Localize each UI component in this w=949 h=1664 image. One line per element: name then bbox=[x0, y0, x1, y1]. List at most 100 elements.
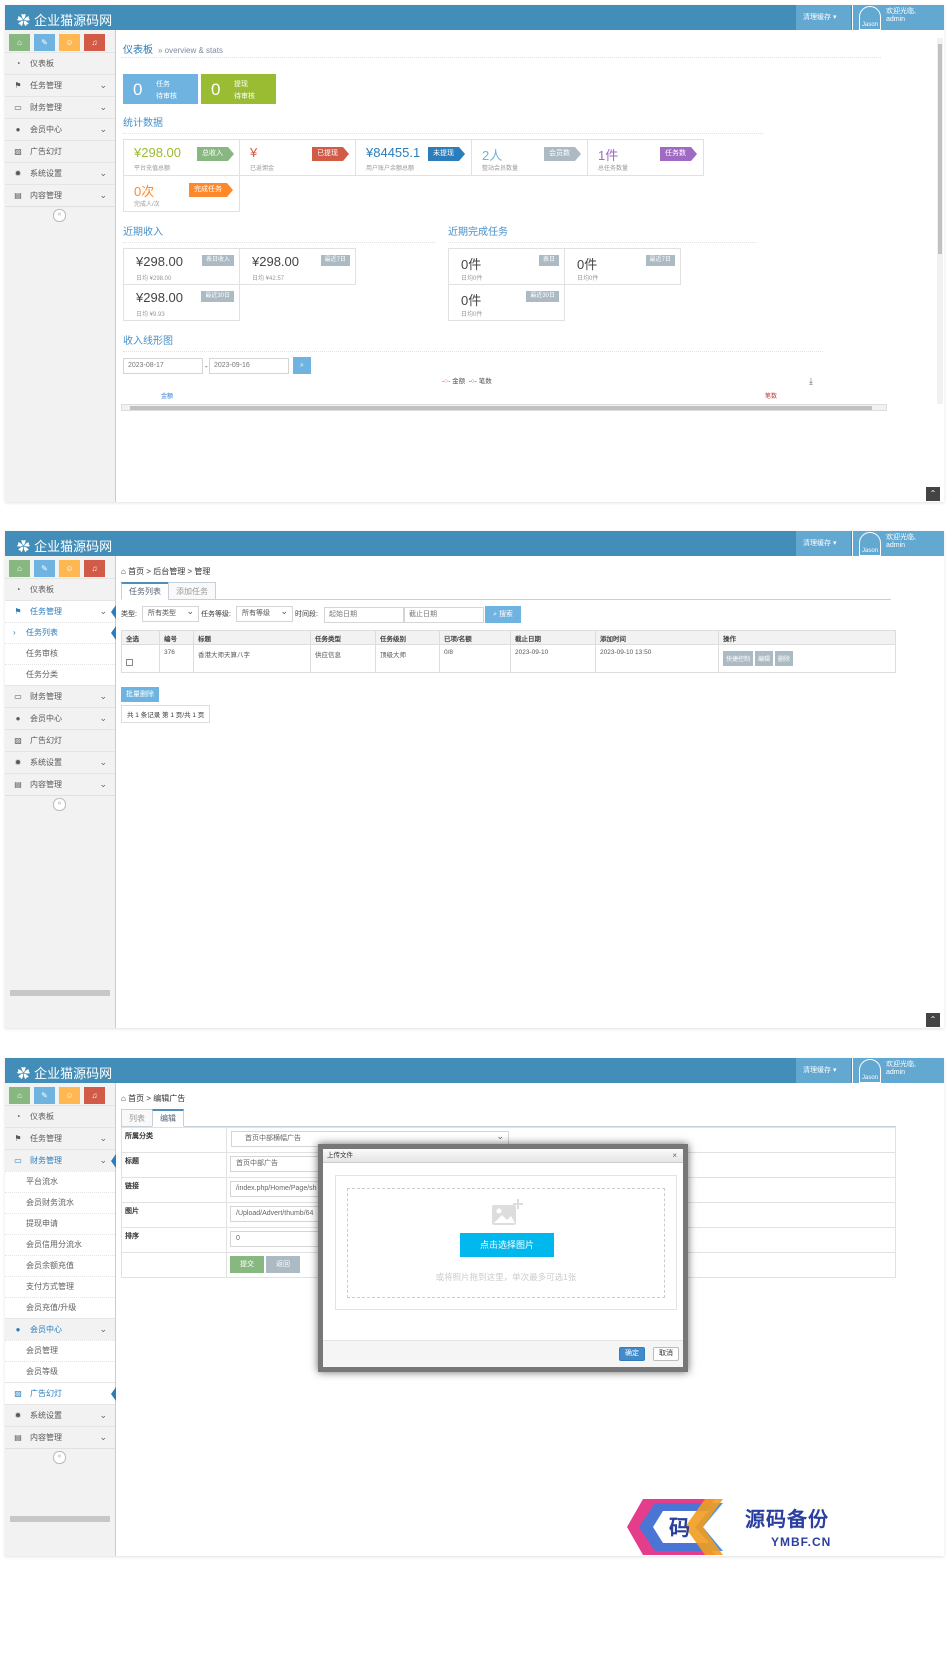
sidebar-item-members[interactable]: ● 会员中心 ⌄ bbox=[5, 118, 115, 140]
drop-zone[interactable]: 点击选择图片 或将照片拖到这里，单次最多可选1张 bbox=[347, 1188, 665, 1298]
delete-button[interactable]: 删除 bbox=[775, 651, 794, 666]
back-button[interactable]: 返回 bbox=[265, 1256, 300, 1273]
chart-search-button[interactable]: ⌕ bbox=[293, 357, 311, 374]
sidebar-item-ads[interactable]: ▨ 广告幻灯 bbox=[5, 729, 115, 751]
task-pending-box[interactable]: 0 任务 待审核 bbox=[123, 74, 198, 104]
filter-level-select[interactable]: 所有等级 bbox=[236, 604, 293, 622]
sort-input[interactable]: 0 bbox=[230, 1231, 330, 1247]
confirm-button[interactable]: 确定 bbox=[619, 1347, 645, 1361]
download-icon[interactable]: ⤓ bbox=[809, 376, 813, 387]
stat-tag: 总收入 bbox=[197, 147, 234, 161]
tab-add-task[interactable]: 添加任务 bbox=[168, 582, 216, 600]
home-shortcut-button[interactable]: ⌂ bbox=[9, 1087, 30, 1104]
sidebar-subitem-finance[interactable]: 提现申请 bbox=[5, 1213, 115, 1234]
sidebar-hscrollbar[interactable] bbox=[10, 990, 110, 996]
sidebar-subitem-finance[interactable]: 支付方式管理 bbox=[5, 1276, 115, 1297]
sidebar-item-content[interactable]: ▤ 内容管理 ⌄ bbox=[5, 184, 115, 206]
back-to-top-button[interactable]: ⌃ bbox=[926, 1013, 940, 1027]
breadcrumb-home[interactable]: 首页 bbox=[128, 567, 144, 576]
tab-list[interactable]: 列表 bbox=[121, 1109, 153, 1127]
back-to-top-button[interactable]: ⌃ bbox=[926, 487, 940, 501]
users-shortcut-button[interactable]: ☺ bbox=[59, 1087, 80, 1104]
pencil-shortcut-button[interactable]: ✎ bbox=[34, 34, 55, 51]
user-icon: ● bbox=[15, 125, 21, 134]
sidebar-item-tasks[interactable]: ⚑ 任务管理 ⌄ bbox=[5, 600, 116, 622]
sidebar-item-dashboard[interactable]: ◔ 仪表板 bbox=[5, 52, 115, 74]
sidebar-item-finance[interactable]: ▭ 财务管理 ⌄ bbox=[5, 1149, 116, 1171]
sidebar-subitem-member[interactable]: 会员等级 bbox=[5, 1361, 115, 1382]
sidebar-collapse-button[interactable] bbox=[5, 206, 115, 222]
close-icon[interactable]: × bbox=[672, 1149, 677, 1163]
search-button[interactable]: ⌕ 搜索 bbox=[485, 606, 521, 623]
sidebar-item-ads[interactable]: ▨ 广告幻灯 bbox=[5, 1382, 116, 1404]
user-menu[interactable]: Jason 欢迎光临, admin bbox=[852, 531, 944, 556]
sidebar-subitem-finance[interactable]: 会员充值/升级 bbox=[5, 1297, 115, 1318]
row-checkbox[interactable] bbox=[126, 659, 133, 666]
user-menu[interactable]: Jason 欢迎光临, admin bbox=[852, 5, 944, 30]
col-select-all[interactable]: 全选 bbox=[121, 630, 160, 645]
tab-edit[interactable]: 编辑 bbox=[152, 1109, 184, 1127]
breadcrumb-item[interactable]: 后台管理 bbox=[153, 567, 185, 576]
clear-cache-button[interactable]: 清理缓存 ▾ bbox=[796, 1058, 851, 1083]
edit-button[interactable]: 编辑 bbox=[755, 651, 774, 666]
tab-task-list[interactable]: 任务列表 bbox=[121, 582, 169, 600]
withdraw-pending-box[interactable]: 0 提现 待审核 bbox=[201, 74, 276, 104]
brand-logo[interactable]: ✿ 企业猫源码网 bbox=[17, 10, 112, 29]
sidebar-item-system[interactable]: ✹ 系统设置 ⌄ bbox=[5, 162, 115, 184]
sidebar-subitem-finance[interactable]: 会员财务流水 bbox=[5, 1192, 115, 1213]
sidebar-item-dashboard[interactable]: ◔ 仪表板 bbox=[5, 578, 115, 600]
bell-shortcut-button[interactable]: ♫ bbox=[84, 1087, 105, 1104]
sidebar-collapse-button[interactable] bbox=[5, 1448, 115, 1464]
date-from-input[interactable]: 2023-08-17 bbox=[123, 358, 203, 374]
submit-button[interactable]: 提交 bbox=[230, 1256, 264, 1273]
sidebar-item-ads[interactable]: ▨ 广告幻灯 bbox=[5, 140, 115, 162]
sidebar-subitem-finance[interactable]: 平台流水 bbox=[5, 1171, 115, 1192]
sidebar-item-finance[interactable]: ▭ 财务管理 ⌄ bbox=[5, 96, 115, 118]
end-date-input[interactable]: 截止日期 bbox=[404, 607, 484, 623]
brand-logo[interactable]: ✿ 企业猫源码网 bbox=[17, 536, 112, 555]
chart-hscrollbar[interactable] bbox=[121, 404, 887, 411]
title-input[interactable]: 首页中部广告 bbox=[230, 1156, 330, 1172]
pencil-shortcut-button[interactable]: ✎ bbox=[34, 1087, 55, 1104]
link-input[interactable]: /index.php/Home/Page/sh bbox=[230, 1181, 330, 1197]
clear-cache-button[interactable]: 清理缓存 ▾ bbox=[796, 5, 851, 30]
user-menu[interactable]: Jason 欢迎光临, admin bbox=[852, 1058, 944, 1083]
cancel-button[interactable]: 取消 bbox=[653, 1347, 679, 1361]
home-shortcut-button[interactable]: ⌂ bbox=[9, 560, 30, 577]
sidebar-item-tasks[interactable]: ⚑ 任务管理 ⌄ bbox=[5, 74, 115, 96]
sidebar-item-finance[interactable]: ▭ 财务管理 ⌄ bbox=[5, 685, 115, 707]
bell-shortcut-button[interactable]: ♫ bbox=[84, 560, 105, 577]
sidebar-collapse-button[interactable] bbox=[5, 795, 115, 811]
sidebar-subitem-task-category[interactable]: 任务分类 bbox=[5, 664, 115, 685]
sidebar-item-content[interactable]: ▤ 内容管理 ⌄ bbox=[5, 1426, 115, 1448]
sidebar-item-members[interactable]: ● 会员中心 ⌄ bbox=[5, 1318, 115, 1340]
image-input[interactable]: /Upload/Advert/thumb/64 bbox=[230, 1206, 330, 1222]
sidebar-item-dashboard[interactable]: ◔ 仪表板 bbox=[5, 1105, 115, 1127]
users-shortcut-button[interactable]: ☺ bbox=[59, 34, 80, 51]
date-to-input[interactable]: 2023-09-16 bbox=[209, 358, 289, 374]
start-date-input[interactable]: 起始日期 bbox=[324, 607, 404, 623]
brand-logo[interactable]: ✿ 企业猫源码网 bbox=[17, 1063, 112, 1082]
sidebar-subitem-task-review[interactable]: 任务审核 bbox=[5, 643, 115, 664]
bell-shortcut-button[interactable]: ♫ bbox=[84, 34, 105, 51]
sidebar-subitem-member[interactable]: 会员管理 bbox=[5, 1340, 115, 1361]
quick-control-button[interactable]: 快捷控制 bbox=[723, 651, 754, 666]
sidebar-item-tasks[interactable]: ⚑ 任务管理 ⌄ bbox=[5, 1127, 115, 1149]
users-shortcut-button[interactable]: ☺ bbox=[59, 560, 80, 577]
breadcrumb-home[interactable]: 首页 bbox=[128, 1094, 144, 1103]
sidebar-subitem-task-list[interactable]: 任务列表 bbox=[5, 622, 116, 643]
sidebar-item-system[interactable]: ✹ 系统设置 ⌄ bbox=[5, 1404, 115, 1426]
batch-delete-button[interactable]: 批量删除 bbox=[121, 687, 159, 702]
filter-type-select[interactable]: 所有类型 bbox=[142, 604, 199, 622]
sidebar-hscrollbar[interactable] bbox=[10, 1516, 110, 1522]
choose-image-button[interactable]: 点击选择图片 bbox=[460, 1233, 554, 1257]
sidebar-item-content[interactable]: ▤ 内容管理 ⌄ bbox=[5, 773, 115, 795]
sidebar-item-members[interactable]: ● 会员中心 ⌄ bbox=[5, 707, 115, 729]
pencil-shortcut-button[interactable]: ✎ bbox=[34, 560, 55, 577]
page-vscrollbar[interactable] bbox=[937, 38, 943, 404]
sidebar-subitem-finance[interactable]: 会员信用分流水 bbox=[5, 1234, 115, 1255]
sidebar-subitem-finance[interactable]: 会员余额充值 bbox=[5, 1255, 115, 1276]
home-shortcut-button[interactable]: ⌂ bbox=[9, 34, 30, 51]
clear-cache-button[interactable]: 清理缓存 ▾ bbox=[796, 531, 851, 556]
sidebar-item-system[interactable]: ✹ 系统设置 ⌄ bbox=[5, 751, 115, 773]
